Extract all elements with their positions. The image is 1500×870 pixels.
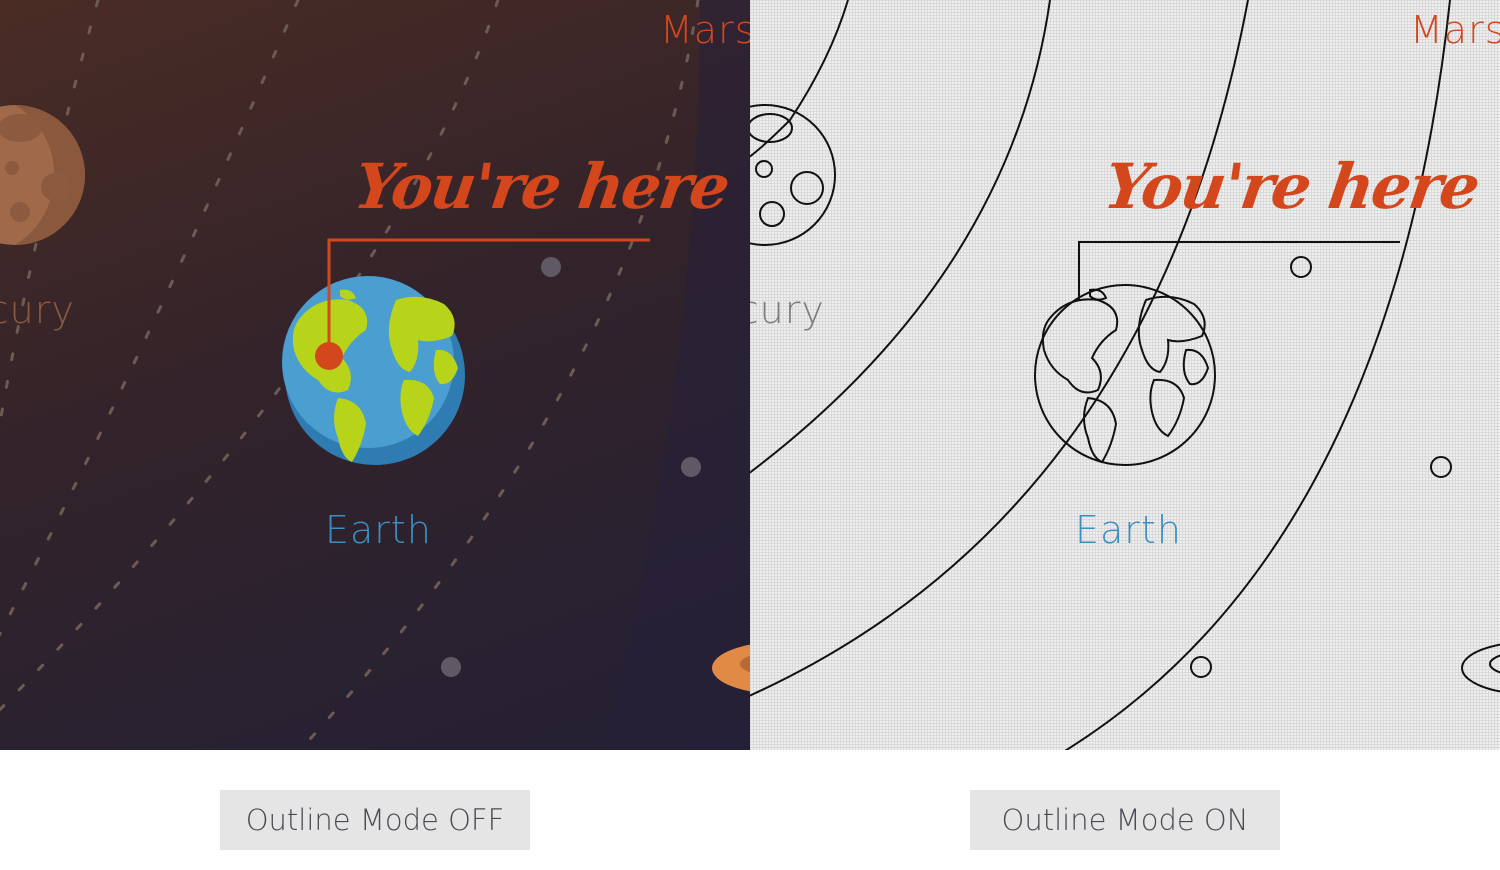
orbit-outline-1 (750, 0, 849, 158)
location-marker (315, 342, 343, 370)
mercury-outline (750, 104, 836, 246)
orbit-outline-2 (750, 0, 1051, 474)
orbit-outline-4 (1064, 0, 1451, 750)
solar-system-illustration (0, 0, 750, 750)
mercury-planet (0, 105, 85, 245)
mars-label: Mars (660, 8, 750, 52)
orbit-path-2 (0, 0, 300, 637)
mercury-label: rcury (0, 288, 75, 332)
solar-system-outline (750, 0, 1500, 750)
saturn-ring-outline (1461, 643, 1500, 693)
earth-outline (1034, 284, 1216, 466)
orbit-outline-3 (750, 0, 1249, 697)
earth-label: Earth (325, 508, 432, 552)
you-are-here-callout-outline: You're here (1099, 150, 1483, 223)
earth-label-outline: Earth (1075, 508, 1182, 552)
mars-label-outline: Mars (1410, 8, 1500, 52)
outline-off-preview: Mars rcury Earth You're here (0, 0, 750, 750)
mercury-label-outline: rcury (750, 288, 825, 332)
you-are-here-callout: You're here (349, 150, 733, 223)
outline-on-preview: Mars rcury Earth You're here (750, 0, 1500, 750)
outline-mode-on-button[interactable]: Outline Mode ON (970, 790, 1280, 850)
earth-planet (282, 276, 465, 465)
outline-mode-off-button[interactable]: Outline Mode OFF (220, 790, 530, 850)
you-are-here-pointer-outline (1078, 241, 1400, 300)
